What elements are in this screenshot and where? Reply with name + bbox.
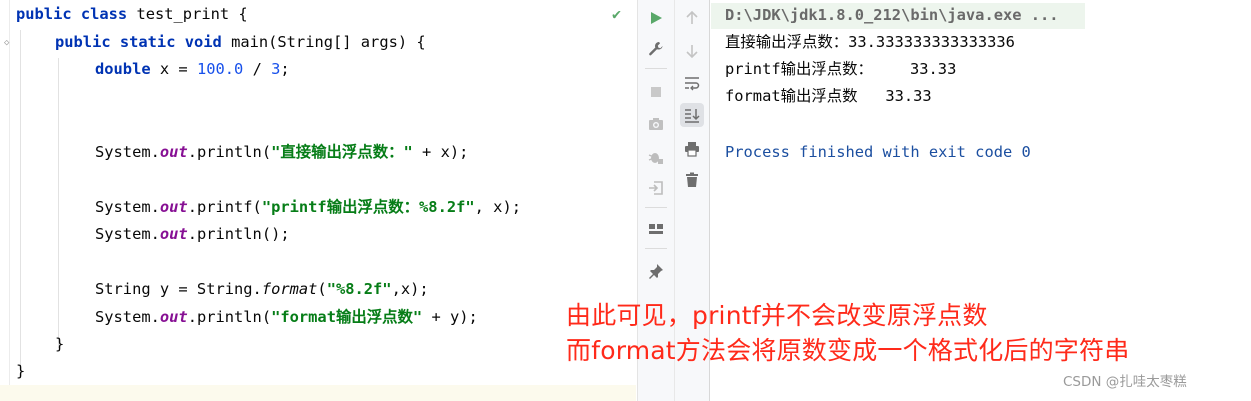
- wrench-icon[interactable]: [644, 37, 668, 61]
- field-ref: out: [159, 198, 188, 216]
- code-line-class-decl[interactable]: public class test_print {: [16, 1, 248, 28]
- watermark: CSDN @扎哇太枣糕: [1063, 374, 1187, 390]
- process-finished-line: Process finished with exit code 0: [725, 143, 1031, 161]
- string-literal: "format输出浮点数": [271, 308, 423, 326]
- code-line-close-brace[interactable]: }: [55, 331, 64, 358]
- down-arrow-icon[interactable]: [680, 39, 704, 63]
- code-text: ;: [280, 60, 290, 78]
- console-output-line: printf输出浮点数： 33.33: [725, 60, 957, 78]
- current-line-highlight: [0, 385, 636, 401]
- annotation-line-1: 由此可见，printf并不会改变原浮点数: [566, 301, 988, 330]
- debug-icon[interactable]: [644, 145, 668, 169]
- code-line-println-empty[interactable]: System.out.println();: [95, 221, 290, 248]
- trash-icon[interactable]: [680, 168, 704, 192]
- code-text: ,x);: [391, 280, 429, 298]
- keyword: public class: [16, 5, 128, 23]
- code-text: System.: [95, 308, 160, 326]
- layout-icon[interactable]: [644, 217, 668, 241]
- pin-icon[interactable]: [644, 259, 668, 283]
- fold-marker-icon[interactable]: ◇: [4, 38, 14, 48]
- code-text: main(String[] args) {: [221, 33, 426, 51]
- code-line-string-format[interactable]: String y = String.format("%8.2f",x);: [95, 276, 429, 303]
- code-text: (: [317, 280, 327, 298]
- field-ref: out: [159, 143, 188, 161]
- up-arrow-icon[interactable]: [680, 6, 704, 30]
- soft-wrap-icon[interactable]: [680, 71, 704, 95]
- code-text: String y = String.: [95, 280, 262, 298]
- code-text: test_print {: [127, 5, 248, 23]
- keyword: public static void: [55, 33, 222, 51]
- code-text: System.: [95, 143, 160, 161]
- string-literal: "直接输出浮点数：": [271, 143, 413, 161]
- scroll-to-end-icon[interactable]: [680, 103, 704, 127]
- console-command[interactable]: D:\JDK\jdk1.8.0_212\bin\java.exe ...: [725, 2, 1059, 29]
- console-output-line: format输出浮点数 33.33: [725, 87, 932, 105]
- code-line-double-x[interactable]: double x = 100.0 / 3;: [95, 56, 290, 83]
- number-literal: 3: [271, 60, 281, 78]
- login-icon[interactable]: [644, 176, 668, 200]
- indent-guide: [58, 58, 59, 348]
- code-text: + x);: [412, 143, 469, 161]
- toolbar-separator: [645, 207, 667, 208]
- keyword: double: [95, 60, 151, 78]
- code-text: + y);: [422, 308, 478, 326]
- run-icon[interactable]: [644, 6, 668, 30]
- code-text: , x);: [474, 198, 521, 216]
- field-ref: out: [159, 225, 188, 243]
- string-literal: "%8.2f": [326, 280, 392, 298]
- code-line-printf[interactable]: System.out.printf("printf输出浮点数：%8.2f", x…: [95, 194, 521, 221]
- camera-icon[interactable]: [644, 112, 668, 136]
- stop-icon[interactable]: [644, 80, 668, 104]
- code-editor[interactable]: ◇ public class test_print { public stati…: [0, 0, 636, 401]
- code-text: .println();: [187, 225, 290, 243]
- annotation-line-2: 而format方法会将原数变成一个格式化后的字符串: [566, 336, 1130, 365]
- code-text: .printf(: [187, 198, 262, 216]
- code-text: .println(: [187, 308, 272, 326]
- code-text: System.: [95, 225, 160, 243]
- method-ref: format: [261, 280, 318, 298]
- code-line-println-direct[interactable]: System.out.println("直接输出浮点数：" + x);: [95, 139, 468, 166]
- string-literal: "printf输出浮点数：%8.2f": [261, 198, 475, 216]
- code-text: /: [243, 60, 272, 78]
- code-text: System.: [95, 198, 160, 216]
- code-line-main-decl[interactable]: public static void main(String[] args) {: [55, 29, 426, 56]
- toolbar-separator: [645, 68, 667, 69]
- code-text: x =: [150, 60, 197, 78]
- print-icon[interactable]: [680, 137, 704, 161]
- code-text: .println(: [187, 143, 272, 161]
- code-line-close-brace[interactable]: }: [16, 358, 25, 385]
- checkmark-icon[interactable]: ✔: [612, 6, 628, 22]
- toolbar-separator: [645, 248, 667, 249]
- code-line-println-format[interactable]: System.out.println("format输出浮点数" + y);: [95, 304, 478, 331]
- indent-guide: [20, 30, 21, 375]
- number-literal: 100.0: [196, 60, 244, 78]
- gutter-divider: [9, 0, 10, 401]
- field-ref: out: [159, 308, 188, 326]
- console-output-line: 直接输出浮点数：33.333333333333336: [725, 33, 1015, 51]
